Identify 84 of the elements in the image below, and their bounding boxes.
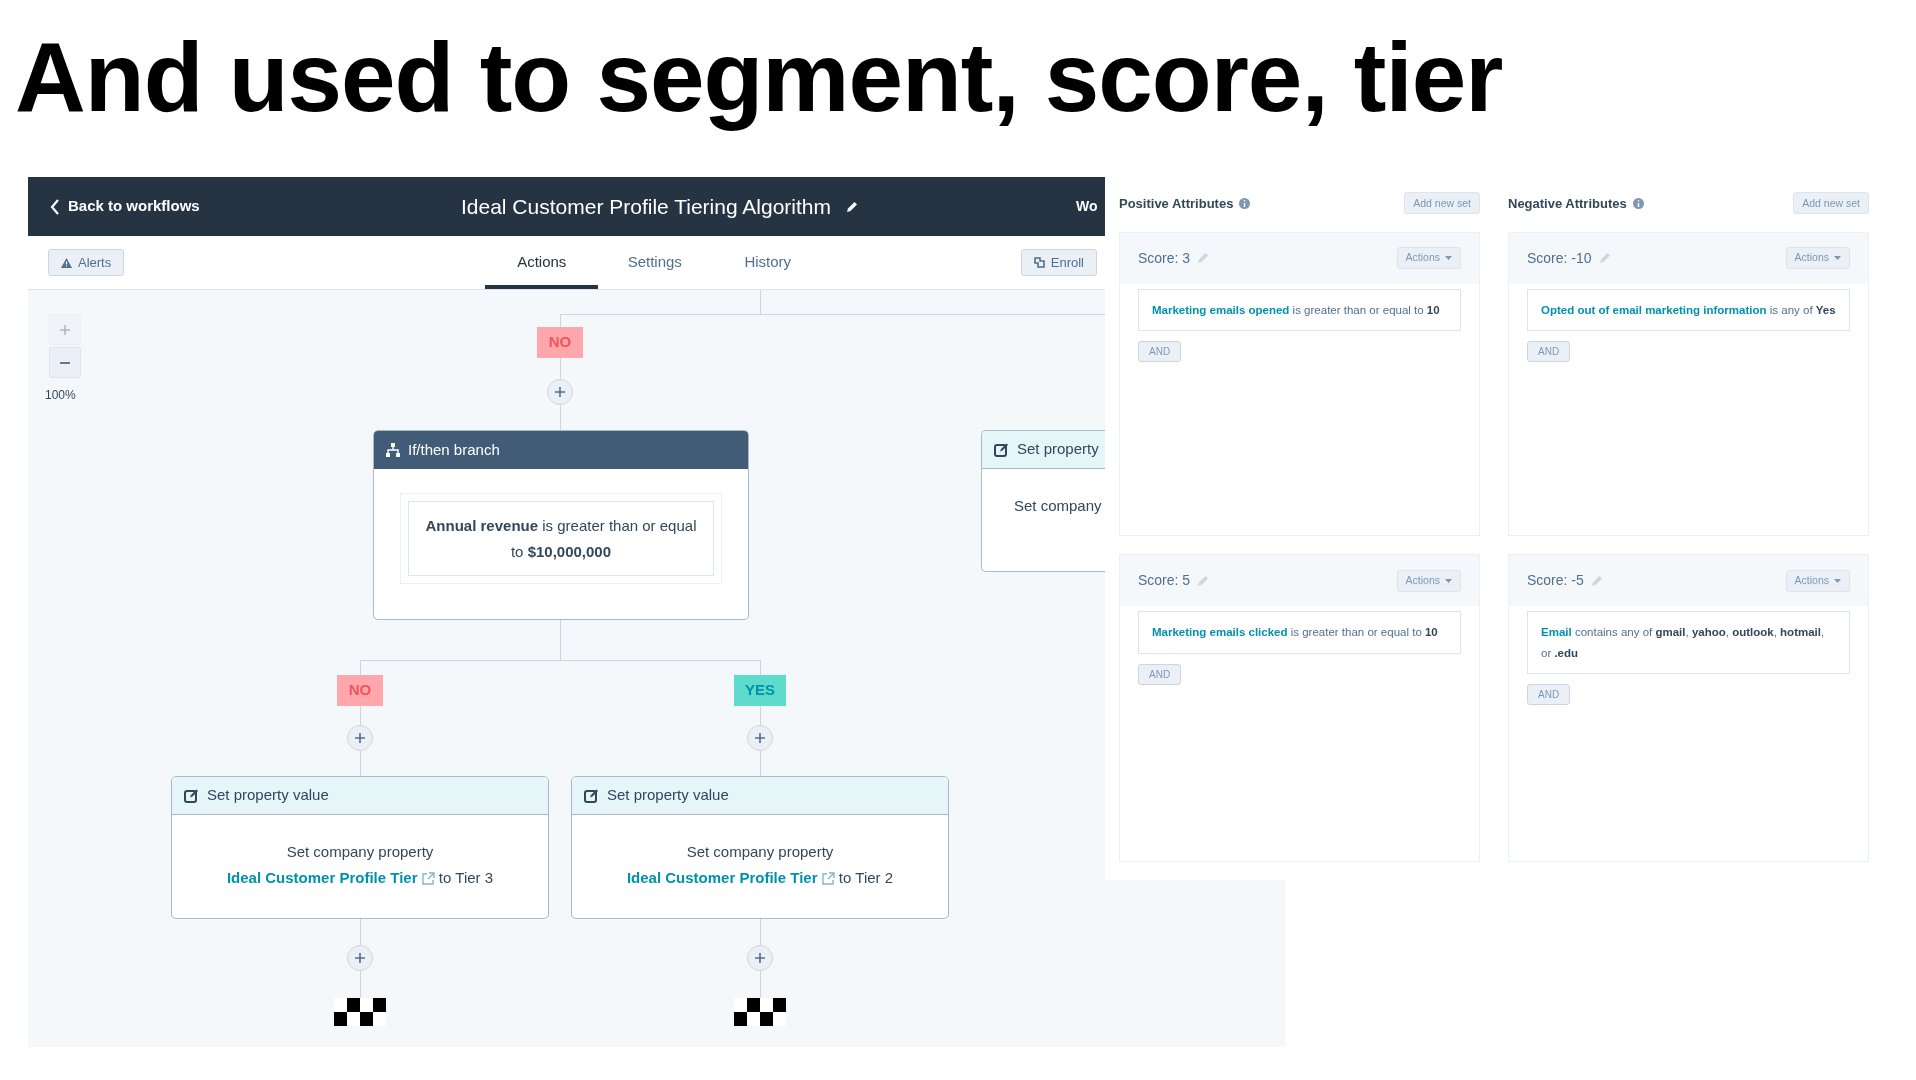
score-label: Score: -5: [1527, 571, 1584, 591]
property-link[interactable]: Marketing emails clicked: [1152, 626, 1288, 639]
external-link-icon: [421, 872, 435, 886]
score-label: Score: 3: [1138, 248, 1191, 268]
section-title: Positive Attributes: [1119, 194, 1234, 213]
actions-button[interactable]: Actions: [1785, 247, 1850, 270]
edit-icon: [994, 442, 1009, 457]
branch-label: YES: [734, 675, 786, 706]
pencil-icon: [1597, 251, 1612, 266]
section-title: Negative Attributes: [1508, 194, 1627, 213]
slide-title: And used to segment, score, tier: [14, 21, 1504, 134]
plus-icon: [59, 323, 71, 336]
property-link[interactable]: Ideal Customer Profile Tier: [226, 868, 435, 886]
info-icon: [1632, 197, 1644, 209]
finish-flag-icon: [334, 998, 386, 1026]
pencil-icon: [1196, 251, 1211, 266]
caret-icon: [1834, 578, 1841, 583]
condition-text: Marketing emails clicked is greater than or equal to 10: [1138, 611, 1461, 654]
action-node[interactable]: Set property Set company: [981, 430, 1105, 572]
pencil-icon: [1196, 573, 1211, 588]
condition-text: Opted out of email marketing information is any of Yes: [1527, 288, 1850, 331]
actions-button[interactable]: Actions: [1396, 247, 1461, 270]
node-title: Set property value: [607, 785, 729, 806]
warning-icon: [61, 257, 72, 268]
actions-button[interactable]: Actions: [1396, 569, 1461, 592]
workflow-title: Ideal Customer Profile Tiering Algorithm: [461, 193, 831, 220]
add-step-button[interactable]: [347, 725, 373, 751]
pencil-icon: [1589, 573, 1604, 588]
actions-button[interactable]: Actions: [1785, 569, 1850, 592]
condition-text: Marketing emails opened is greater than or equal to 10: [1138, 288, 1461, 331]
caret-icon: [1445, 256, 1452, 261]
add-new-set-button[interactable]: Add new set: [1404, 192, 1480, 215]
property-link[interactable]: Marketing emails opened: [1152, 303, 1290, 316]
alerts-button[interactable]: Alerts: [48, 248, 125, 277]
property-link[interactable]: Ideal Customer Profile Tier: [626, 868, 835, 886]
plus-icon: [354, 952, 366, 964]
condition-text: Annual revenue is greater than or equal to $10,000,000: [408, 501, 714, 576]
plus-icon: [754, 732, 766, 744]
edit-icon: [184, 788, 199, 803]
node-text: Set company property Ideal Customer Profile Tier to Tier 2: [625, 842, 895, 888]
score-label: Score: -10: [1527, 248, 1592, 268]
plus-icon: [554, 386, 566, 398]
enroll-icon: [1033, 257, 1045, 268]
node-text: Set company: [1013, 496, 1103, 516]
plus-icon: [754, 952, 766, 964]
tab[interactable]: Actions: [485, 236, 599, 289]
property-link[interactable]: Email: [1541, 626, 1572, 639]
tab[interactable]: Settings: [598, 236, 712, 289]
chevron-left-icon: [50, 198, 60, 215]
branch-label: NO: [337, 675, 383, 706]
edit-icon: [584, 788, 599, 803]
node-text: Set company property Ideal Customer Profile Tier to Tier 3: [225, 842, 495, 888]
tab[interactable]: History: [711, 236, 825, 289]
node-title: Set property value: [207, 785, 329, 806]
score-label: Score: 5: [1138, 571, 1191, 591]
action-node[interactable]: Set property value Set company property Ideal Customer Profile Tier to Tier 2: [571, 776, 949, 919]
header-text: Wo: [1076, 197, 1098, 216]
info-icon: [1239, 197, 1251, 209]
back-link[interactable]: Back to workflows: [50, 195, 350, 218]
zoom-level-text: 100%: [45, 387, 76, 404]
node-title: If/then branch: [408, 439, 500, 460]
action-node[interactable]: Set property value Set company property Ideal Customer Profile Tier to Tier 3: [171, 776, 549, 919]
add-step-button[interactable]: [747, 725, 773, 751]
plus-icon: [354, 732, 366, 744]
add-new-set-button[interactable]: Add new set: [1793, 192, 1869, 215]
and-button[interactable]: AND: [1527, 683, 1571, 705]
branch-node[interactable]: If/then branch Annual revenue is greater than or equal to $10,000,000: [373, 430, 749, 620]
and-button[interactable]: AND: [1138, 340, 1182, 362]
caret-icon: [1834, 256, 1841, 261]
add-step-button[interactable]: [347, 945, 373, 971]
external-link-icon: [821, 872, 835, 886]
add-step-button[interactable]: [747, 945, 773, 971]
and-button[interactable]: AND: [1527, 340, 1571, 362]
hierarchy-icon: [386, 443, 400, 457]
finish-flag-icon: [734, 998, 786, 1026]
property-link[interactable]: Opted out of email marketing information: [1541, 303, 1767, 316]
branch-label: NO: [537, 327, 583, 358]
node-title: Set property: [1017, 439, 1099, 460]
condition-text: Email contains any of gmail, yahoo, outlook, hotmail, or .edu: [1527, 611, 1850, 674]
enroll-button[interactable]: Enroll: [1020, 248, 1097, 277]
and-button[interactable]: AND: [1138, 663, 1182, 685]
caret-icon: [1445, 578, 1452, 583]
add-step-button[interactable]: [547, 379, 573, 405]
pencil-icon: [845, 199, 859, 214]
